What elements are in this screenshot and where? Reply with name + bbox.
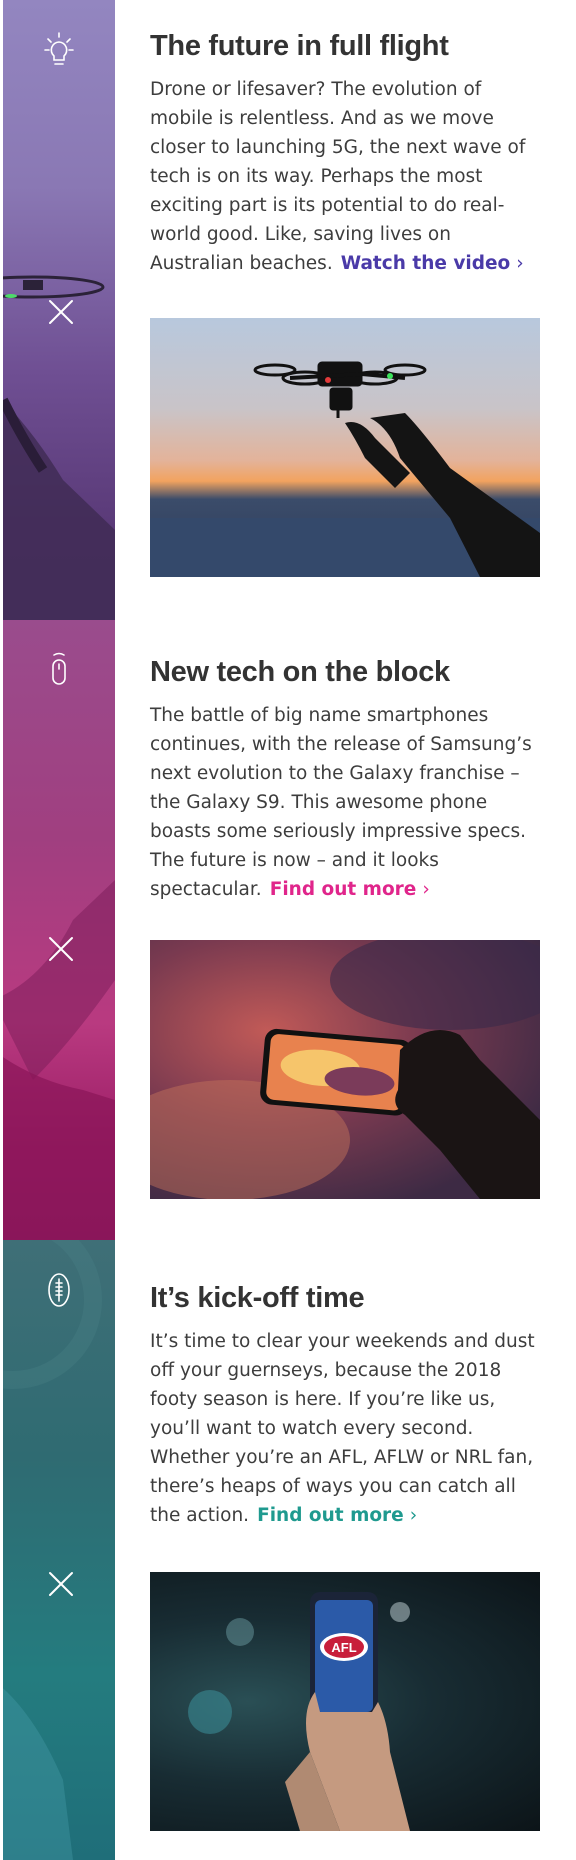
section-kick-off: It’s kick-off time It’s time to clear yo…	[0, 1240, 576, 1860]
section-content: The future in full flight Drone or lifes…	[150, 30, 540, 278]
mouse-icon	[52, 652, 66, 685]
football-icon	[48, 1273, 70, 1307]
section-sidebar	[3, 620, 115, 1240]
section-body-text: The battle of big name smartphones conti…	[150, 705, 532, 900]
sidebar-hand-background	[3, 880, 115, 1240]
cta-label: Find out more	[257, 1505, 404, 1526]
section-sidebar	[3, 1240, 115, 1860]
galaxy-phone-photo	[150, 940, 540, 1199]
close-icon[interactable]	[47, 935, 75, 963]
afl-logo-text: AFL	[331, 1640, 356, 1655]
afl-phone-photo: AFL	[150, 1572, 540, 1831]
section-body: The battle of big name smartphones conti…	[150, 701, 540, 904]
section-title: It’s kick-off time	[150, 1282, 365, 1314]
lightbulb-icon	[44, 32, 74, 65]
section-content: New tech on the block The battle of big …	[150, 656, 540, 904]
section-body: Drone or lifesaver? The evolution of mob…	[150, 75, 540, 278]
watch-video-link[interactable]: Watch the video ›	[341, 253, 524, 274]
sidebar-stadium-background	[3, 1240, 102, 1860]
section-content: It’s kick-off time It’s time to clear yo…	[150, 1282, 540, 1530]
section-new-tech: New tech on the block The battle of big …	[0, 620, 576, 1240]
drone-illustration	[150, 361, 540, 577]
section-title: The future in full flight	[150, 30, 449, 62]
phone-illustration	[150, 940, 540, 1199]
afl-phone-illustration: AFL	[188, 1592, 410, 1831]
close-icon[interactable]	[47, 1570, 75, 1598]
section-sidebar	[3, 0, 115, 620]
chevron-right-icon: ›	[516, 253, 524, 274]
cta-label: Find out more	[269, 879, 417, 900]
chevron-right-icon: ›	[409, 1505, 418, 1526]
section-future-in-flight: The future in full flight Drone or lifes…	[0, 0, 576, 620]
section-body-text: It’s time to clear your weekends and dus…	[150, 1331, 535, 1526]
find-out-more-link[interactable]: Find out more ›	[257, 1505, 417, 1526]
section-title: New tech on the block	[150, 656, 450, 688]
find-out-more-link[interactable]: Find out more ›	[270, 879, 430, 900]
close-icon[interactable]	[47, 298, 75, 326]
chevron-right-icon: ›	[422, 879, 430, 900]
section-body: It’s time to clear your weekends and dus…	[150, 1327, 540, 1530]
cta-label: Watch the video	[340, 253, 511, 274]
drone-photo	[150, 318, 540, 577]
section-body-text: Drone or lifesaver? The evolution of mob…	[150, 79, 526, 274]
